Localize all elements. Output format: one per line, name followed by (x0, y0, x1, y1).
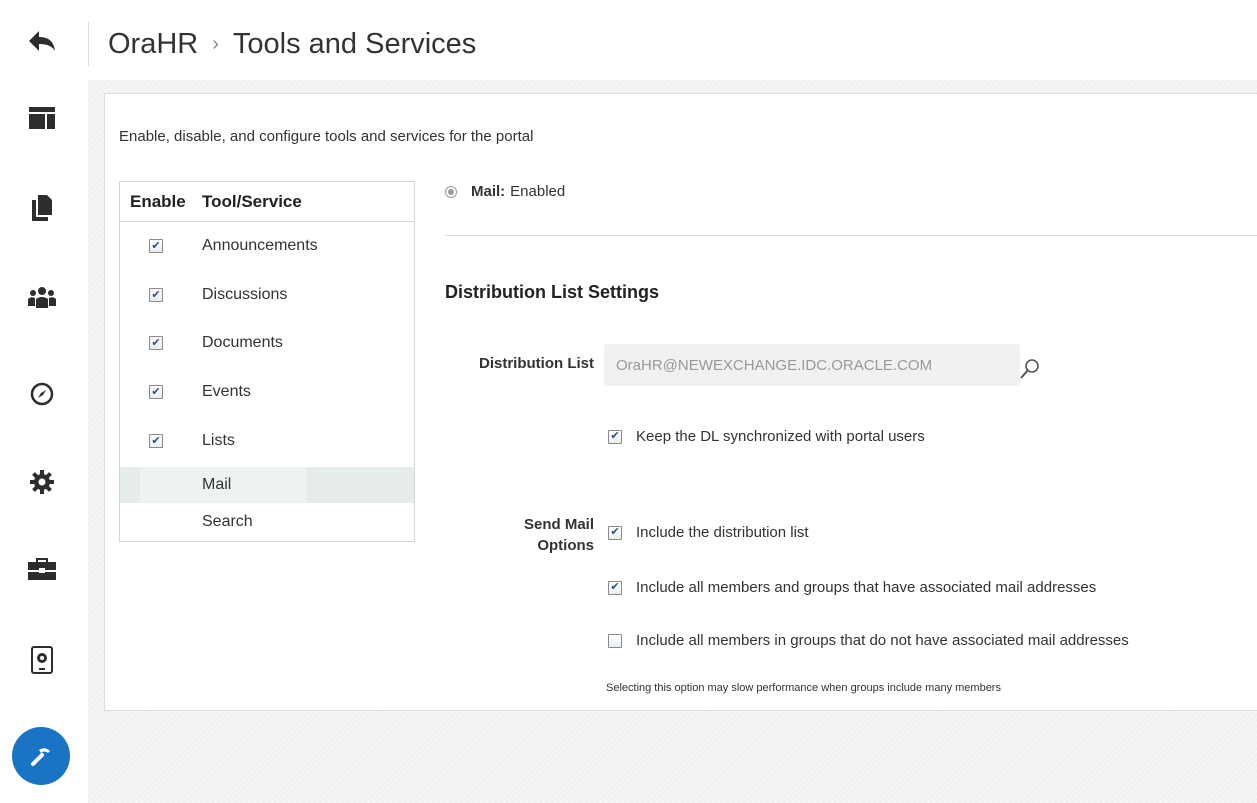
enable-checkbox[interactable]: ✔ (149, 239, 163, 253)
tool-row-announcements[interactable]: ✔ Announcements (120, 228, 414, 264)
distribution-list-input[interactable] (604, 344, 1020, 386)
service-name: Mail: (471, 183, 506, 200)
keep-sync-checkbox[interactable]: ✔ (608, 429, 622, 444)
send-mail-label-line2: Options (537, 537, 594, 554)
tool-label: Announcements (202, 237, 318, 254)
settings-icon[interactable] (22, 462, 62, 502)
enable-checkbox[interactable]: ✔ (149, 288, 163, 302)
keep-sync-option[interactable]: ✔ Keep the DL synchronized with portal u… (608, 428, 925, 445)
enable-column-header: Enable (130, 191, 186, 211)
include-members-no-mail-checkbox[interactable] (608, 633, 622, 648)
enable-checkbox[interactable]: ✔ (149, 434, 163, 448)
chevron-right-icon: › (212, 32, 219, 55)
device-settings-icon[interactable] (22, 640, 62, 680)
breadcrumb: OraHR › Tools and Services (108, 22, 476, 66)
header-separator (88, 22, 89, 66)
divider (445, 235, 1257, 236)
navigation-icon[interactable] (22, 374, 62, 414)
search-icon[interactable] (1020, 358, 1040, 385)
service-status-value: Enabled (510, 183, 566, 200)
send-mail-label-line1: Send Mail (523, 516, 594, 533)
option-include-members-no-mail[interactable]: Include all members in groups that do no… (608, 632, 1129, 649)
include-dl-checkbox[interactable]: ✔ (608, 525, 622, 540)
tool-row-lists[interactable]: ✔ Lists (120, 423, 414, 459)
include-members-groups-checkbox[interactable]: ✔ (608, 580, 622, 595)
option-label: Include all members and groups that have… (636, 579, 1097, 596)
option-label: Include all members in groups that do no… (636, 632, 1129, 649)
toolbox-icon[interactable] (22, 549, 62, 589)
tool-label: Discussions (202, 286, 288, 303)
tool-label: Documents (202, 334, 283, 351)
send-mail-options-label: Send Mail Options (500, 514, 594, 556)
section-title: Distribution List Settings (445, 282, 659, 302)
page-title: Tools and Services (232, 27, 477, 60)
build-icon[interactable] (12, 727, 70, 785)
option-include-dl[interactable]: ✔ Include the distribution list (608, 524, 809, 541)
tool-row-mail[interactable]: Mail (120, 467, 414, 503)
tool-row-events[interactable]: ✔ Events (120, 374, 414, 410)
tool-label: Search (202, 513, 253, 530)
option-label: Include the distribution list (636, 524, 809, 541)
pages-icon[interactable] (22, 188, 62, 228)
keep-sync-label: Keep the DL synchronized with portal use… (636, 428, 925, 445)
option-include-members-groups[interactable]: ✔ Include all members and groups that ha… (608, 579, 1096, 596)
members-icon[interactable] (22, 278, 62, 318)
layout-icon[interactable] (22, 98, 62, 138)
tool-column-header: Tool/Service (202, 191, 302, 211)
breadcrumb-portal[interactable]: OraHR (108, 28, 198, 61)
performance-note: Selecting this option may slow performan… (606, 682, 1001, 694)
tools-table: Enable Tool/Service ✔ Announcements ✔ Di… (119, 181, 415, 542)
tool-label: Mail (202, 476, 232, 493)
enable-checkbox[interactable]: ✔ (149, 385, 163, 399)
left-rail (0, 0, 88, 803)
back-arrow-icon[interactable] (22, 21, 62, 61)
tool-row-search[interactable]: Search (120, 504, 414, 540)
service-status: Mail: Enabled (445, 183, 565, 200)
tool-row-discussions[interactable]: ✔ Discussions (120, 277, 414, 313)
enable-checkbox[interactable]: ✔ (149, 336, 163, 350)
tool-row-documents[interactable]: ✔ Documents (120, 325, 414, 361)
intro-text: Enable, disable, and configure tools and… (119, 128, 534, 145)
distribution-list-label: Distribution List (479, 355, 594, 372)
status-radio-icon (445, 185, 457, 198)
tools-table-header: Enable Tool/Service (120, 182, 414, 222)
tool-label: Events (202, 383, 251, 400)
tool-label: Lists (202, 432, 235, 449)
